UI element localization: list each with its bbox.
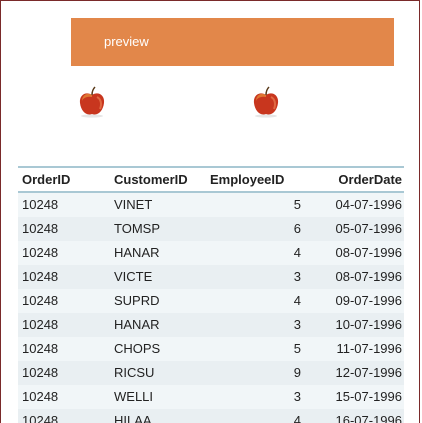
column-header-orderdate[interactable]: OrderDate xyxy=(306,168,404,191)
cell-orderid: 10248 xyxy=(22,197,59,212)
cell-employeeid: 4 xyxy=(293,293,301,308)
cell-orderdate: 12-07-1996 xyxy=(335,365,403,380)
cell-orderid: 10248 xyxy=(22,365,59,380)
cell-orderdate: 15-07-1996 xyxy=(335,389,403,404)
cell-employeeid: 9 xyxy=(293,365,301,380)
table-row[interactable]: 10248 HILAA 4 16-07-1996 xyxy=(18,409,404,423)
cell-orderid: 10248 xyxy=(22,413,59,423)
cell-customerid: HILAA xyxy=(114,413,152,423)
cell-customerid: SUPRD xyxy=(114,293,160,308)
cell-employeeid: 3 xyxy=(293,389,301,404)
table-row[interactable]: 10248 VICTE 3 08-07-1996 xyxy=(18,265,404,289)
cell-orderdate: 08-07-1996 xyxy=(335,245,403,260)
page-frame: preview OrderID CustomerID EmployeeID Or… xyxy=(0,0,420,423)
cell-orderid: 10248 xyxy=(22,341,59,356)
cell-orderdate: 16-07-1996 xyxy=(335,413,403,423)
table-row[interactable]: 10248 VINET 5 04-07-1996 xyxy=(18,193,404,217)
cell-customerid: HANAR xyxy=(114,245,160,260)
table-row[interactable]: 10248 SUPRD 4 09-07-1996 xyxy=(18,289,404,313)
cell-orderdate: 08-07-1996 xyxy=(335,269,403,284)
cell-orderid: 10248 xyxy=(22,293,59,308)
cell-customerid: WELLI xyxy=(114,389,154,404)
cell-orderid: 10248 xyxy=(22,245,59,260)
table-row[interactable]: 10248 HANAR 3 10-07-1996 xyxy=(18,313,404,337)
cell-customerid: VICTE xyxy=(114,269,153,284)
cell-employeeid: 6 xyxy=(293,221,301,236)
grid-body: 10248 VINET 5 04-07-1996 10248 TOMSP 6 05-07-19… xyxy=(18,193,404,423)
column-header-customerid[interactable]: CustomerID xyxy=(114,168,210,191)
table-row[interactable]: 10248 CHOPS 5 11-07-1996 xyxy=(18,337,404,361)
cell-customerid: VINET xyxy=(114,197,153,212)
cell-customerid: TOMSP xyxy=(114,221,160,236)
cell-employeeid: 4 xyxy=(293,245,301,260)
table-row[interactable]: 10248 WELLI 3 15-07-1996 xyxy=(18,385,404,409)
cell-orderdate: 10-07-1996 xyxy=(335,317,403,332)
cell-customerid: CHOPS xyxy=(114,341,161,356)
cell-orderdate: 05-07-1996 xyxy=(335,221,403,236)
cell-orderdate: 11-07-1996 xyxy=(336,341,402,356)
cell-employeeid: 3 xyxy=(293,269,301,284)
apple-icon xyxy=(79,86,105,118)
orders-grid: OrderID CustomerID EmployeeID OrderDate … xyxy=(18,166,404,423)
cell-orderid: 10248 xyxy=(22,269,59,284)
cell-employeeid: 5 xyxy=(293,197,301,212)
cell-customerid: HANAR xyxy=(114,317,160,332)
cell-orderdate: 09-07-1996 xyxy=(335,293,403,308)
column-header-orderid[interactable]: OrderID xyxy=(18,168,114,191)
table-row[interactable]: 10248 HANAR 4 08-07-1996 xyxy=(18,241,404,265)
cell-employeeid: 4 xyxy=(293,413,301,423)
cell-orderid: 10248 xyxy=(22,317,59,332)
grid-header: OrderID CustomerID EmployeeID OrderDate xyxy=(18,168,404,193)
cell-employeeid: 5 xyxy=(293,341,301,356)
cell-orderid: 10248 xyxy=(22,221,59,236)
column-header-employeeid[interactable]: EmployeeID xyxy=(210,168,306,191)
table-row[interactable]: 10248 TOMSP 6 05-07-1996 xyxy=(18,217,404,241)
cell-orderdate: 04-07-1996 xyxy=(335,197,403,212)
apple-icon xyxy=(253,86,279,118)
cell-employeeid: 3 xyxy=(293,317,301,332)
table-row[interactable]: 10248 RICSU 9 12-07-1996 xyxy=(18,361,404,385)
cell-customerid: RICSU xyxy=(114,365,155,380)
cell-orderid: 10248 xyxy=(22,389,59,404)
preview-button[interactable]: preview xyxy=(71,18,394,66)
